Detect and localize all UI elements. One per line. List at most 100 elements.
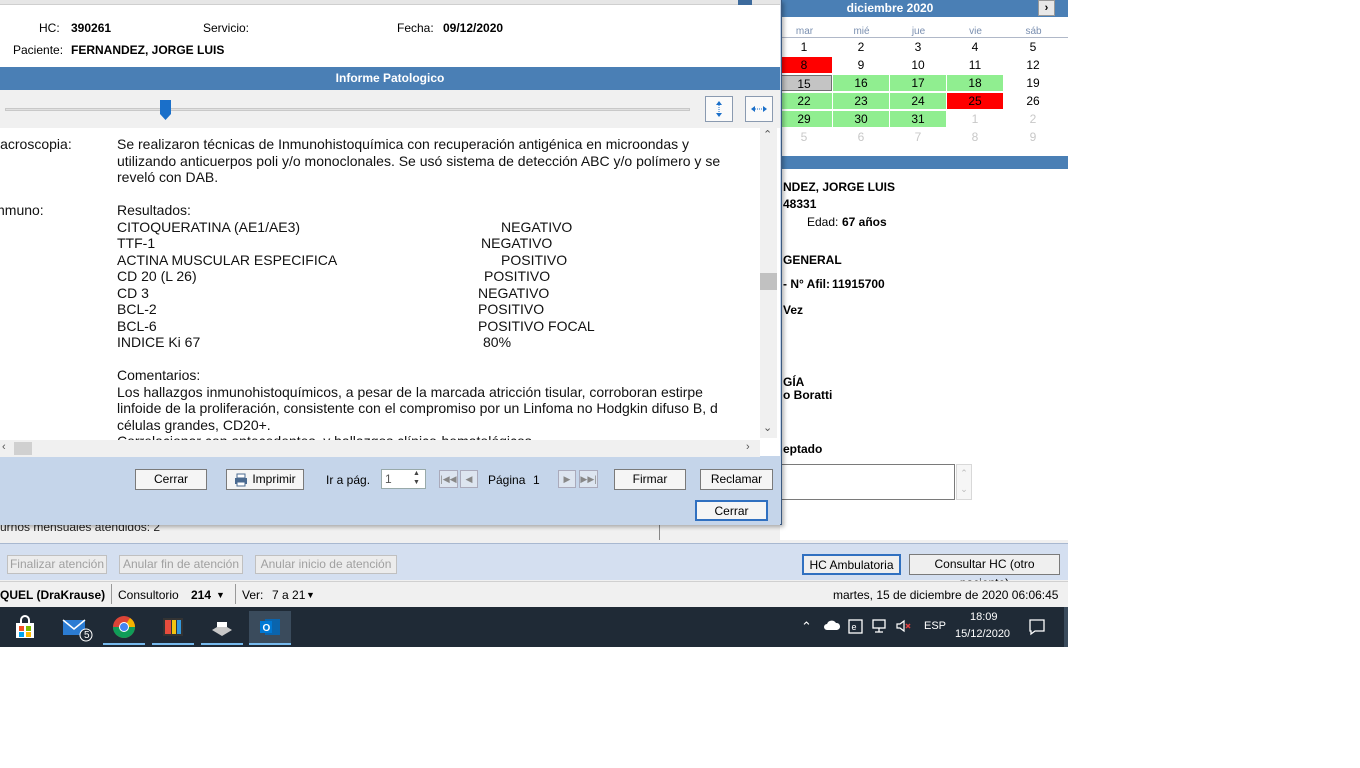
chevron-down-icon[interactable]: ▼	[306, 590, 315, 600]
chrome-icon[interactable]	[103, 611, 145, 645]
close-report-button[interactable]: Cerrar	[135, 469, 207, 490]
scrollbar-thumb[interactable]	[14, 442, 32, 455]
clock-date[interactable]: 15/12/2020	[955, 628, 1010, 640]
observations-textbox[interactable]	[780, 464, 955, 500]
report-horizontal-scrollbar[interactable]: ‹ ›	[0, 440, 760, 457]
mail-icon[interactable]: 5	[56, 611, 98, 645]
observations-scrollbar[interactable]: ⌃ ⌄	[956, 464, 972, 500]
calendar-day-other-month[interactable]: 2	[1005, 111, 1061, 127]
printer-app-icon[interactable]	[201, 611, 243, 645]
first-page-icon[interactable]: |◀◀	[439, 470, 458, 488]
calendar-day[interactable]: 9	[833, 57, 889, 73]
input-language[interactable]: ESP	[924, 620, 946, 632]
calendar-day-other-month[interactable]: 6	[833, 129, 889, 145]
show-desktop-button[interactable]	[1064, 607, 1068, 647]
page-down-icon[interactable]: ▼	[413, 479, 420, 486]
show-hidden-icons-icon[interactable]: ⌃	[801, 619, 812, 635]
prev-page-icon[interactable]: ◀	[460, 470, 478, 488]
cancel-finish-attention-button[interactable]: Anular fin de atención	[119, 555, 243, 574]
network-icon[interactable]	[871, 618, 889, 637]
window-control-icon[interactable]	[738, 0, 752, 5]
close-dialog-button[interactable]: Cerrar	[695, 500, 768, 521]
finish-attention-button[interactable]: Finalizar atención	[7, 555, 107, 574]
hc-ambulatoria-button[interactable]: HC Ambulatoria	[802, 554, 901, 575]
fit-height-icon	[716, 101, 722, 117]
comments-heading: Comentarios:	[117, 367, 201, 383]
calendar-day-attended[interactable]: 17	[890, 75, 946, 91]
calendar-day-attended[interactable]: 22	[776, 93, 832, 109]
svg-text:O: O	[263, 623, 271, 634]
calendar-day-other-month[interactable]: 1	[947, 111, 1003, 127]
scroll-up-icon[interactable]: ⌃	[957, 465, 971, 481]
page-number-input[interactable]: 1 ▲ ▼	[381, 469, 426, 489]
zoom-slider-track[interactable]	[5, 108, 690, 111]
sign-button[interactable]: Firmar	[614, 469, 686, 490]
calendar-next-month-button[interactable]: ›	[1038, 0, 1055, 16]
weekday-label: mar	[795, 26, 814, 37]
scroll-right-icon[interactable]: ›	[746, 441, 750, 453]
calendar-day[interactable]: 3	[890, 39, 946, 55]
age-value: 67 años	[842, 215, 887, 229]
calendar-day-other-month[interactable]: 7	[890, 129, 946, 145]
ver-value[interactable]: 7 a 21	[272, 588, 305, 602]
result-marker: CD 3	[117, 284, 149, 301]
scrollbar-thumb[interactable]	[760, 273, 777, 290]
calendar-day[interactable]: 12	[1005, 57, 1061, 73]
consult-other-patient-hc-button[interactable]: Consultar HC (otro paciente)	[909, 554, 1060, 590]
afil-label: - N° Afil:	[783, 277, 831, 291]
calendar-day-attended[interactable]: 24	[890, 93, 946, 109]
calendar-day-other-month[interactable]: 9	[1005, 129, 1061, 145]
calendar-day[interactable]: 4	[947, 39, 1003, 55]
calendar-day[interactable]: 11	[947, 57, 1003, 73]
report-line: linfoide de la proliferación, consistent…	[117, 400, 718, 416]
scroll-left-icon[interactable]: ‹	[2, 441, 6, 453]
ver-label: Ver:	[242, 588, 264, 602]
claim-button[interactable]: Reclamar	[700, 469, 773, 490]
calendar-day[interactable]: 10	[890, 57, 946, 73]
calendar-day-blocked[interactable]: 8	[776, 57, 832, 73]
calendar-day-other-month[interactable]: 8	[947, 129, 1003, 145]
go-to-page-label: Ir a pág.	[326, 473, 371, 487]
outlook-icon[interactable]: O	[249, 611, 291, 645]
calendar-day-attended[interactable]: 29	[776, 111, 832, 127]
onedrive-cloud-icon[interactable]	[823, 619, 841, 634]
current-user: QUEL (DraKrause)	[0, 588, 106, 602]
calendar-day-today[interactable]: 15	[776, 75, 832, 91]
last-page-icon[interactable]: ▶▶|	[579, 470, 598, 488]
report-vertical-scrollbar[interactable]: ⌃ ⌄	[760, 128, 777, 438]
page-up-icon[interactable]: ▲	[413, 470, 420, 477]
calendar-divider	[780, 37, 1068, 38]
cancel-start-attention-button[interactable]: Anular inicio de atención	[255, 555, 397, 574]
calendar-day[interactable]: 2	[833, 39, 889, 55]
print-button[interactable]: Imprimir	[226, 469, 304, 490]
fit-width-button[interactable]	[745, 96, 773, 122]
volume-muted-icon[interactable]	[895, 618, 913, 637]
calendar-day-attended[interactable]: 31	[890, 111, 946, 127]
patient-service: GENERAL	[783, 253, 842, 267]
calendar-day-attended[interactable]: 30	[833, 111, 889, 127]
consultorio-value[interactable]: 214	[191, 588, 211, 602]
calendar-day-attended[interactable]: 18	[947, 75, 1003, 91]
calendar-day-attended[interactable]: 16	[833, 75, 889, 91]
calendar-day[interactable]: 5	[1005, 39, 1061, 55]
calendar-day[interactable]: 26	[1005, 93, 1061, 109]
status-bar: QUEL (DraKrause) Consultorio 214 ▼ Ver: …	[0, 581, 1068, 607]
zoom-slider-thumb[interactable]	[160, 100, 171, 120]
notifications-icon[interactable]	[1028, 618, 1046, 639]
calendar-day-other-month[interactable]: 5	[776, 129, 832, 145]
scroll-down-icon[interactable]: ⌄	[763, 421, 772, 434]
fit-height-button[interactable]	[705, 96, 733, 122]
scroll-down-icon[interactable]: ⌄	[957, 481, 971, 497]
calendar-day[interactable]: 1	[776, 39, 832, 55]
media-app-icon[interactable]	[152, 611, 194, 645]
security-app-icon[interactable]: e	[848, 618, 864, 637]
weekday-label: vie	[969, 26, 982, 37]
calendar-day-attended[interactable]: 23	[833, 93, 889, 109]
calendar-day[interactable]: 19	[1005, 75, 1061, 91]
scroll-up-icon[interactable]: ⌃	[763, 128, 772, 141]
clock-time[interactable]: 18:09	[970, 611, 998, 623]
calendar-day-blocked[interactable]: 25	[947, 93, 1003, 109]
chevron-down-icon[interactable]: ▼	[216, 590, 225, 600]
next-page-icon[interactable]: ▶	[558, 470, 576, 488]
store-icon[interactable]	[4, 611, 46, 645]
